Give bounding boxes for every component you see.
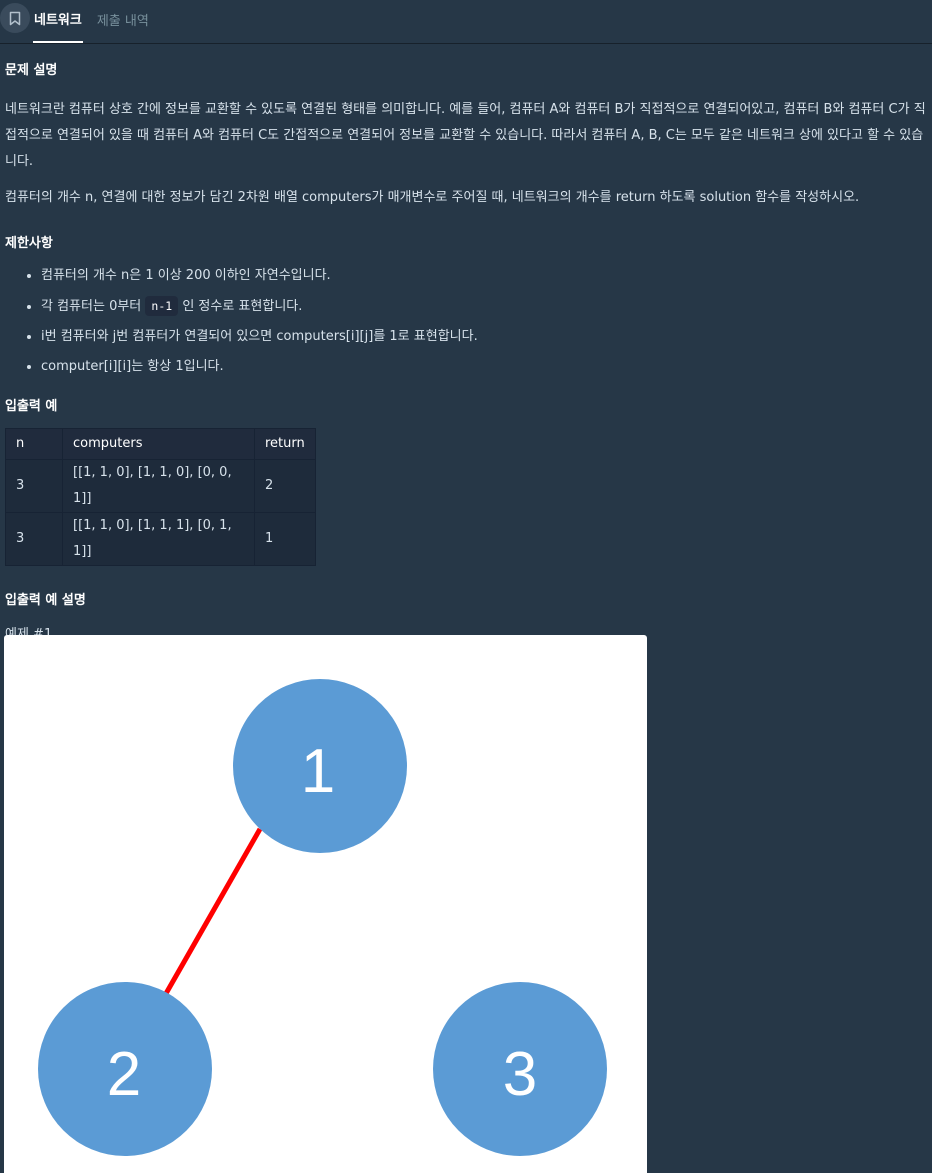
network-diagram: 1 2 3	[4, 635, 647, 1173]
constraints-list: 컴퓨터의 개수 n은 1 이상 200 이하인 자연수입니다. 각 컴퓨터는 0…	[5, 261, 927, 382]
table-cell: 3	[5, 459, 63, 513]
node-2: 2	[38, 982, 212, 1156]
column-header: computers	[62, 428, 255, 460]
tab-submissions[interactable]: 제출 내역	[97, 0, 149, 43]
column-header: return	[254, 428, 316, 460]
table-header-row: n computers return	[5, 428, 316, 460]
node-1: 1	[233, 679, 407, 853]
constraint-item: i번 컴퓨터와 j번 컴퓨터가 연결되어 있으면 computers[i][j]…	[41, 322, 927, 352]
examples-heading: 입출력 예	[5, 399, 58, 414]
table-cell: 3	[5, 512, 63, 566]
constraint-item: 컴퓨터의 개수 n은 1 이상 200 이하인 자연수입니다.	[41, 261, 927, 291]
examples-table: n computers return 3 [[1, 1, 0], [1, 1, …	[5, 428, 316, 566]
table-cell: 2	[254, 459, 316, 513]
table-cell: 1	[254, 512, 316, 566]
column-header: n	[5, 428, 63, 460]
node-label: 2	[107, 1040, 141, 1109]
constraint-text: 인 정수로 표현합니다.	[182, 299, 303, 314]
edge-1-2	[161, 827, 263, 999]
description-paragraph-2: 컴퓨터의 개수 n, 연결에 대한 정보가 담긴 2차원 배열 computer…	[5, 190, 860, 205]
description-paragraph-1: 네트워크란 컴퓨터 상호 간에 정보를 교환할 수 있도록 연결된 형태를 의미…	[5, 102, 926, 169]
node-3: 3	[433, 982, 607, 1156]
node-label: 3	[503, 1040, 537, 1109]
description-heading: 문제 설명	[5, 63, 58, 78]
problem-content: 문제 설명 네트워크란 컴퓨터 상호 간에 정보를 교환할 수 있도록 연결된 …	[0, 58, 932, 674]
constraint-item: 각 컴퓨터는 0부터 n-1 인 정수로 표현합니다.	[41, 291, 927, 322]
network-diagram-svg: 1 2 3	[38, 679, 607, 1156]
bookmark-icon	[9, 11, 21, 25]
table-cell: [[1, 1, 0], [1, 1, 1], [0, 1, 1]]	[62, 512, 255, 566]
table-cell: [[1, 1, 0], [1, 1, 0], [0, 0, 1]]	[62, 459, 255, 513]
constraint-text: 각 컴퓨터는 0부터	[41, 299, 142, 314]
bookmark-button[interactable]	[0, 3, 30, 33]
tab-problem[interactable]: 네트워크	[33, 0, 83, 43]
table-row: 3 [[1, 1, 0], [1, 1, 0], [0, 0, 1]] 2	[5, 459, 316, 513]
constraints-heading: 제한사항	[5, 236, 53, 251]
node-label: 1	[301, 737, 335, 806]
constraint-item: computer[i][i]는 항상 1입니다.	[41, 352, 927, 382]
table-row: 3 [[1, 1, 0], [1, 1, 1], [0, 1, 1]] 1	[5, 512, 316, 566]
tab-bar: 네트워크 제출 내역	[0, 0, 932, 44]
inline-code: n-1	[145, 296, 179, 316]
explanation-heading: 입출력 예 설명	[5, 593, 86, 608]
